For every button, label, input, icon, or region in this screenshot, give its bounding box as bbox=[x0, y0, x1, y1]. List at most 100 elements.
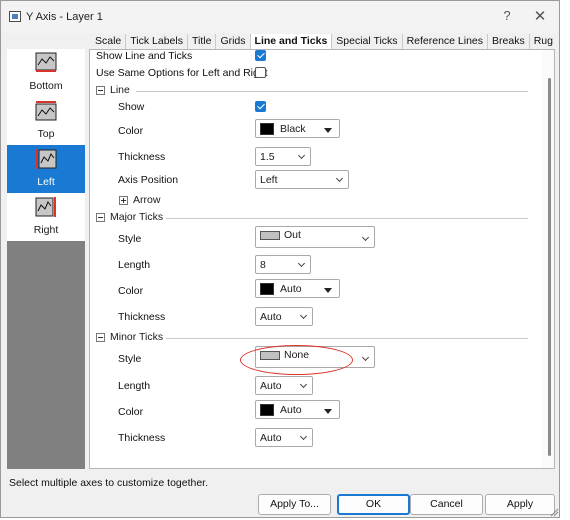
collapse-icon[interactable] bbox=[96, 213, 105, 222]
minor-style-label: Style bbox=[118, 353, 142, 365]
chevron-down-icon bbox=[297, 151, 306, 160]
tab-special-ticks[interactable]: Special Ticks bbox=[332, 34, 403, 50]
tab-title[interactable]: Title bbox=[188, 34, 217, 50]
dropdown-arrow-icon bbox=[324, 288, 332, 293]
show-line-and-ticks-label: Show Line and Ticks bbox=[96, 50, 193, 62]
dropdown-value: Out bbox=[284, 229, 301, 241]
axis-position-dropdown[interactable]: Left bbox=[255, 170, 349, 189]
dropdown-value: Auto bbox=[280, 283, 302, 295]
line-show-label: Show bbox=[118, 101, 145, 113]
bottom-axis-icon bbox=[35, 52, 57, 72]
minor-color-dropdown[interactable]: Auto bbox=[255, 400, 340, 419]
major-length-label: Length bbox=[118, 259, 151, 271]
section-title: Arrow bbox=[133, 194, 161, 206]
axis-item-label: Left bbox=[37, 176, 55, 188]
axis-item-left[interactable]: Left bbox=[7, 145, 85, 193]
line-color-dropdown[interactable]: Black bbox=[255, 119, 340, 138]
tab-breaks[interactable]: Breaks bbox=[488, 34, 530, 50]
section-title: Line bbox=[110, 84, 130, 96]
resize-grip-icon[interactable] bbox=[549, 507, 559, 517]
line-color-label: Color bbox=[118, 125, 144, 137]
divider bbox=[136, 91, 528, 92]
dropdown-arrow-icon bbox=[324, 409, 332, 414]
app-icon bbox=[9, 11, 21, 22]
background bbox=[560, 0, 570, 520]
dropdown-value: Auto bbox=[280, 404, 302, 416]
major-length-dropdown[interactable]: 8 bbox=[255, 255, 311, 274]
axis-list: Bottom Top Left Right bbox=[7, 49, 85, 469]
dropdown-arrow-icon bbox=[324, 128, 332, 133]
tab-strip: Scale Tick Labels Title Grids Line and T… bbox=[91, 34, 557, 50]
major-color-dropdown[interactable]: Auto bbox=[255, 279, 340, 298]
tab-line-and-ticks[interactable]: Line and Ticks bbox=[250, 34, 333, 50]
color-swatch bbox=[260, 123, 274, 135]
line-show-checkbox[interactable] bbox=[255, 101, 266, 112]
major-thickness-label: Thickness bbox=[118, 311, 166, 323]
axis-item-right[interactable]: Right bbox=[7, 193, 85, 241]
dropdown-value: Black bbox=[280, 123, 306, 135]
status-text: Select multiple axes to customize togeth… bbox=[9, 477, 209, 489]
same-options-label: Use Same Options for Left and Right bbox=[96, 67, 268, 79]
line-thickness-label: Thickness bbox=[118, 151, 166, 163]
ok-button[interactable]: OK bbox=[337, 494, 410, 515]
minor-thickness-label: Thickness bbox=[118, 432, 166, 444]
major-color-label: Color bbox=[118, 285, 144, 297]
scrollbar-thumb[interactable] bbox=[548, 78, 551, 456]
tab-rug[interactable]: Rug bbox=[530, 34, 557, 50]
dropdown-value: Auto bbox=[260, 432, 282, 444]
major-style-label: Style bbox=[118, 233, 142, 245]
minor-length-label: Length bbox=[118, 380, 151, 392]
line-and-ticks-panel: Show Line and Ticks Use Same Options for… bbox=[89, 49, 555, 469]
axis-item-label: Top bbox=[37, 128, 55, 140]
arrow-section-header[interactable]: Arrow bbox=[119, 194, 219, 208]
close-button[interactable]: ✕ bbox=[529, 7, 551, 27]
collapse-icon[interactable] bbox=[96, 86, 105, 95]
major-ticks-section-header[interactable]: Major Ticks bbox=[96, 211, 536, 225]
line-thickness-dropdown[interactable]: 1.5 bbox=[255, 147, 311, 166]
axis-item-top[interactable]: Top bbox=[7, 97, 85, 145]
dropdown-value: Auto bbox=[260, 380, 282, 392]
color-swatch bbox=[260, 283, 274, 295]
minor-color-label: Color bbox=[118, 406, 144, 418]
chevron-down-icon bbox=[335, 174, 344, 183]
axis-item-label: Bottom bbox=[29, 80, 63, 92]
minor-length-dropdown[interactable]: Auto bbox=[255, 376, 313, 395]
minor-thickness-dropdown[interactable]: Auto bbox=[255, 428, 313, 447]
title-bar: Y Axis - Layer 1 ? ✕ bbox=[1, 1, 559, 33]
axis-item-bottom[interactable]: Bottom bbox=[7, 49, 85, 97]
dropdown-value: 1.5 bbox=[260, 151, 275, 163]
tab-scale[interactable]: Scale bbox=[91, 34, 127, 50]
divider bbox=[166, 338, 528, 339]
dropdown-value: Left bbox=[260, 174, 278, 186]
tab-reference-lines[interactable]: Reference Lines bbox=[403, 34, 489, 50]
window-title: Y Axis - Layer 1 bbox=[26, 11, 103, 23]
expand-icon[interactable] bbox=[119, 196, 128, 205]
dropdown-value: 8 bbox=[260, 259, 266, 271]
color-swatch bbox=[260, 404, 274, 416]
divider bbox=[166, 218, 528, 219]
same-options-checkbox[interactable] bbox=[255, 67, 266, 78]
line-section-header[interactable]: Line bbox=[96, 84, 536, 98]
major-style-dropdown[interactable]: Out bbox=[255, 226, 375, 248]
minor-ticks-section-header[interactable]: Minor Ticks bbox=[96, 331, 536, 345]
vertical-scrollbar[interactable] bbox=[542, 50, 554, 468]
chevron-down-icon bbox=[361, 353, 370, 362]
chevron-down-icon bbox=[297, 259, 306, 268]
apply-to-button[interactable]: Apply To... bbox=[258, 494, 331, 515]
major-thickness-dropdown[interactable]: Auto bbox=[255, 307, 313, 326]
y-axis-dialog: Y Axis - Layer 1 ? ✕ Scale Tick Labels T… bbox=[0, 0, 560, 518]
axis-position-label: Axis Position bbox=[118, 174, 179, 186]
chevron-down-icon bbox=[299, 380, 308, 389]
apply-button[interactable]: Apply bbox=[485, 494, 555, 515]
cancel-button[interactable]: Cancel bbox=[410, 494, 483, 515]
tab-tick-labels[interactable]: Tick Labels bbox=[126, 34, 188, 50]
section-title: Minor Ticks bbox=[110, 331, 164, 343]
collapse-icon[interactable] bbox=[96, 333, 105, 342]
show-line-and-ticks-checkbox[interactable] bbox=[255, 50, 266, 61]
tab-grids[interactable]: Grids bbox=[216, 34, 251, 50]
help-button[interactable]: ? bbox=[497, 8, 517, 26]
top-axis-icon bbox=[35, 101, 57, 121]
left-axis-icon bbox=[36, 149, 57, 169]
axis-item-label: Right bbox=[33, 224, 59, 236]
tick-style-swatch bbox=[260, 231, 280, 240]
